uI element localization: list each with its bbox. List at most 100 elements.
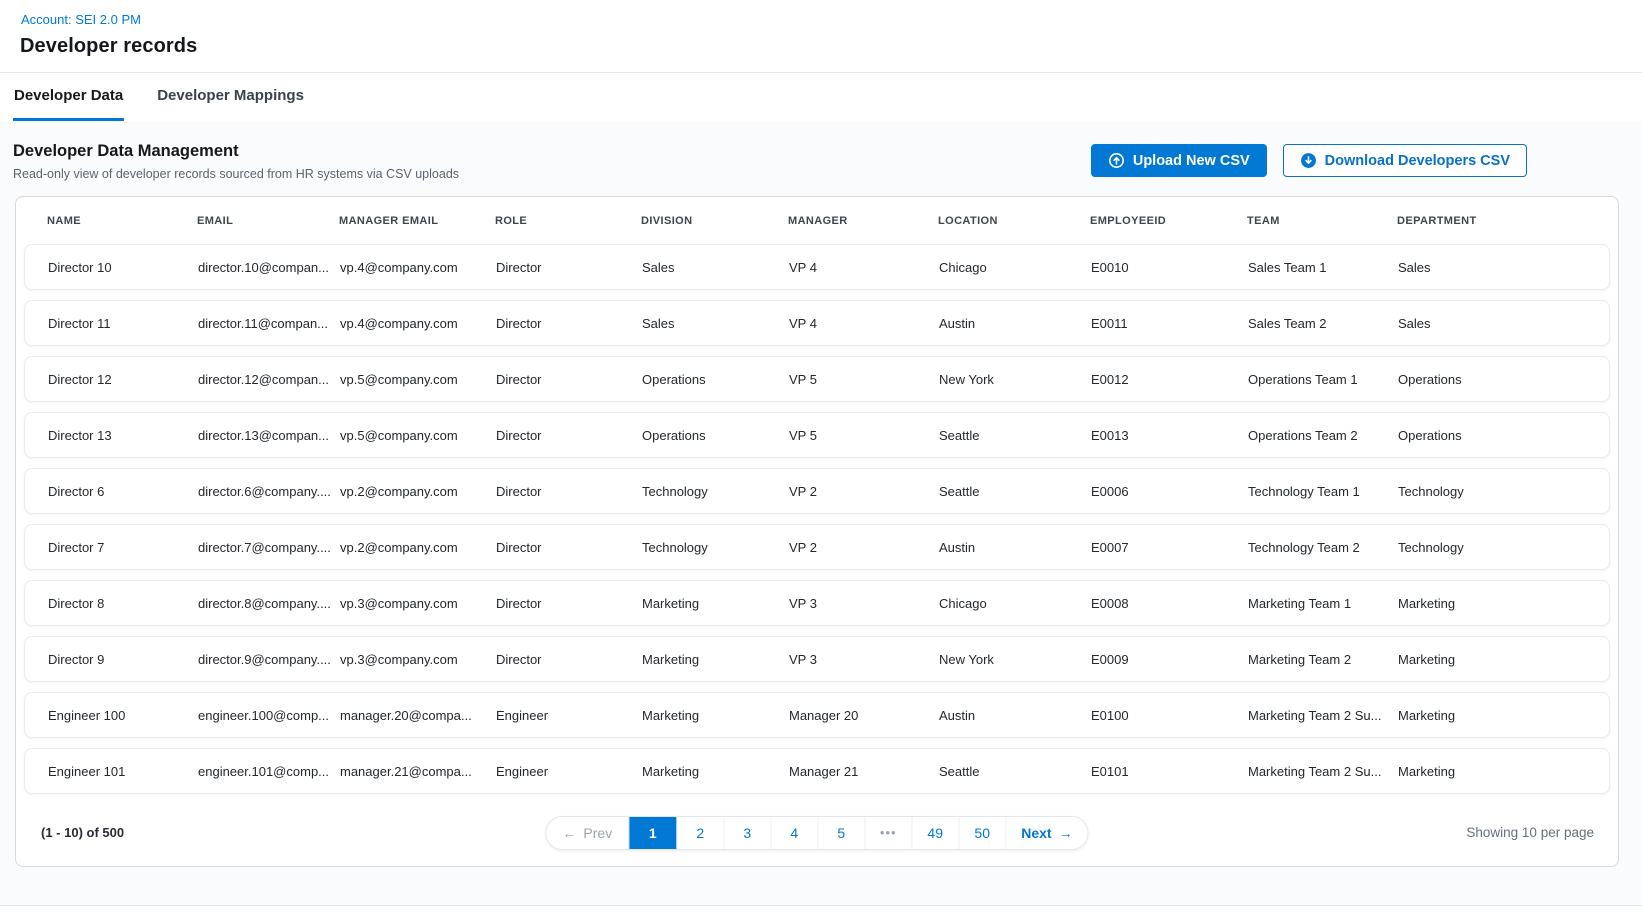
cell-role: Director xyxy=(496,652,642,667)
download-icon xyxy=(1300,152,1317,169)
page-button-50[interactable]: 50 xyxy=(958,817,1005,849)
pagination-range-text: (1 - 10) of 500 xyxy=(41,825,124,840)
cell-email: director.6@company.... xyxy=(198,484,340,499)
cell-employeeid: E0006 xyxy=(1091,484,1248,499)
cell-employeeid: E0011 xyxy=(1091,316,1248,331)
page-button-4[interactable]: 4 xyxy=(770,817,817,849)
cell-email: director.13@compan... xyxy=(198,428,340,443)
cell-division: Marketing xyxy=(642,708,789,723)
cell-division: Technology xyxy=(642,540,789,555)
tab-developer-data[interactable]: Developer Data xyxy=(13,73,124,121)
table-row: Director 9director.9@company....vp.3@com… xyxy=(24,636,1610,682)
cell-location: Chicago xyxy=(939,260,1091,275)
column-header-role: ROLE xyxy=(495,215,641,227)
table-row: Director 7director.7@company....vp.2@com… xyxy=(24,524,1610,570)
cell-department: Operations xyxy=(1398,372,1609,387)
column-header-division: DIVISION xyxy=(641,215,788,227)
cell-role: Engineer xyxy=(496,708,642,723)
cell-manager_email: vp.4@company.com xyxy=(340,260,496,275)
cell-role: Director xyxy=(496,372,642,387)
cell-email: engineer.100@comp... xyxy=(198,708,340,723)
cell-manager_email: vp.5@company.com xyxy=(340,372,496,387)
page-button-49[interactable]: 49 xyxy=(911,817,958,849)
cell-department: Sales xyxy=(1398,260,1609,275)
cell-department: Sales xyxy=(1398,316,1609,331)
cell-team: Technology Team 1 xyxy=(1248,484,1398,499)
cell-manager: VP 3 xyxy=(789,596,939,611)
cell-manager: VP 5 xyxy=(789,372,939,387)
cell-team: Operations Team 1 xyxy=(1248,372,1398,387)
cell-team: Marketing Team 2 xyxy=(1248,652,1398,667)
cell-role: Engineer xyxy=(496,764,642,779)
table-row: Director 12director.12@compan...vp.5@com… xyxy=(24,356,1610,402)
cell-division: Operations xyxy=(642,372,789,387)
cell-team: Operations Team 2 xyxy=(1248,428,1398,443)
cell-team: Sales Team 1 xyxy=(1248,260,1398,275)
cell-team: Marketing Team 1 xyxy=(1248,596,1398,611)
column-header-email: EMAIL xyxy=(197,215,339,227)
cell-location: Seattle xyxy=(939,428,1091,443)
table-row: Director 6director.6@company....vp.2@com… xyxy=(24,468,1610,514)
cell-division: Sales xyxy=(642,316,789,331)
column-header-manager: MANAGER xyxy=(788,215,938,227)
cell-division: Technology xyxy=(642,484,789,499)
download-button-label: Download Developers CSV xyxy=(1325,153,1510,169)
tab-bar: Developer Data Developer Mappings xyxy=(0,73,1642,121)
cell-team: Marketing Team 2 Su... xyxy=(1248,764,1398,779)
cell-employeeid: E0010 xyxy=(1091,260,1248,275)
table-row: Director 10director.10@compan...vp.4@com… xyxy=(24,244,1610,290)
page-button-5[interactable]: 5 xyxy=(817,817,864,849)
tab-developer-mappings[interactable]: Developer Mappings xyxy=(156,73,305,121)
page-button-2[interactable]: 2 xyxy=(676,817,723,849)
pagination: ← Prev 12345•••4950Next→ xyxy=(545,816,1088,850)
cell-email: engineer.101@comp... xyxy=(198,764,340,779)
section-header: Developer Data Management Read-only view… xyxy=(0,121,1642,196)
upload-button-label: Upload New CSV xyxy=(1133,153,1250,169)
cell-location: New York xyxy=(939,372,1091,387)
cell-employeeid: E0100 xyxy=(1091,708,1248,723)
cell-role: Director xyxy=(496,260,642,275)
cell-employeeid: E0013 xyxy=(1091,428,1248,443)
pagination-ellipsis-icon: ••• xyxy=(864,817,911,849)
cell-manager_email: vp.2@company.com xyxy=(340,540,496,555)
cell-team: Sales Team 2 xyxy=(1248,316,1398,331)
cell-manager_email: vp.2@company.com xyxy=(340,484,496,499)
table-row: Director 11director.11@compan...vp.4@com… xyxy=(24,300,1610,346)
cell-division: Marketing xyxy=(642,596,789,611)
prev-label: Prev xyxy=(583,825,612,841)
cell-name: Engineer 100 xyxy=(48,708,198,723)
cell-email: director.9@company.... xyxy=(198,652,340,667)
section-subtitle: Read-only view of developer records sour… xyxy=(13,167,459,181)
cell-name: Director 8 xyxy=(48,596,198,611)
cell-email: director.11@compan... xyxy=(198,316,340,331)
next-label: Next xyxy=(1021,825,1051,841)
cell-manager_email: manager.20@compa... xyxy=(340,708,496,723)
download-developers-csv-button[interactable]: Download Developers CSV xyxy=(1283,144,1527,177)
cell-division: Operations xyxy=(642,428,789,443)
cell-role: Director xyxy=(496,316,642,331)
cell-name: Director 13 xyxy=(48,428,198,443)
cell-manager_email: vp.4@company.com xyxy=(340,316,496,331)
upload-new-csv-button[interactable]: Upload New CSV xyxy=(1091,144,1267,177)
cell-name: Director 9 xyxy=(48,652,198,667)
column-header-name: NAME xyxy=(47,215,197,227)
cell-department: Marketing xyxy=(1398,596,1609,611)
prev-page-button[interactable]: ← Prev xyxy=(546,817,628,849)
cell-name: Director 11 xyxy=(48,316,198,331)
cell-employeeid: E0008 xyxy=(1091,596,1248,611)
cell-manager: VP 3 xyxy=(789,652,939,667)
cell-location: Austin xyxy=(939,316,1091,331)
account-breadcrumb-link[interactable]: Account: SEI 2.0 PM xyxy=(21,12,141,27)
cell-team: Technology Team 2 xyxy=(1248,540,1398,555)
page-button-3[interactable]: 3 xyxy=(723,817,770,849)
next-page-button[interactable]: Next→ xyxy=(1005,817,1087,849)
section-titles: Developer Data Management Read-only view… xyxy=(13,142,459,181)
arrow-left-icon: ← xyxy=(562,826,576,840)
column-header-location: LOCATION xyxy=(938,215,1090,227)
cell-manager: VP 4 xyxy=(789,316,939,331)
cell-employeeid: E0012 xyxy=(1091,372,1248,387)
cell-location: Austin xyxy=(939,708,1091,723)
cell-department: Marketing xyxy=(1398,764,1609,779)
page-button-1[interactable]: 1 xyxy=(628,817,676,849)
cell-manager: VP 4 xyxy=(789,260,939,275)
